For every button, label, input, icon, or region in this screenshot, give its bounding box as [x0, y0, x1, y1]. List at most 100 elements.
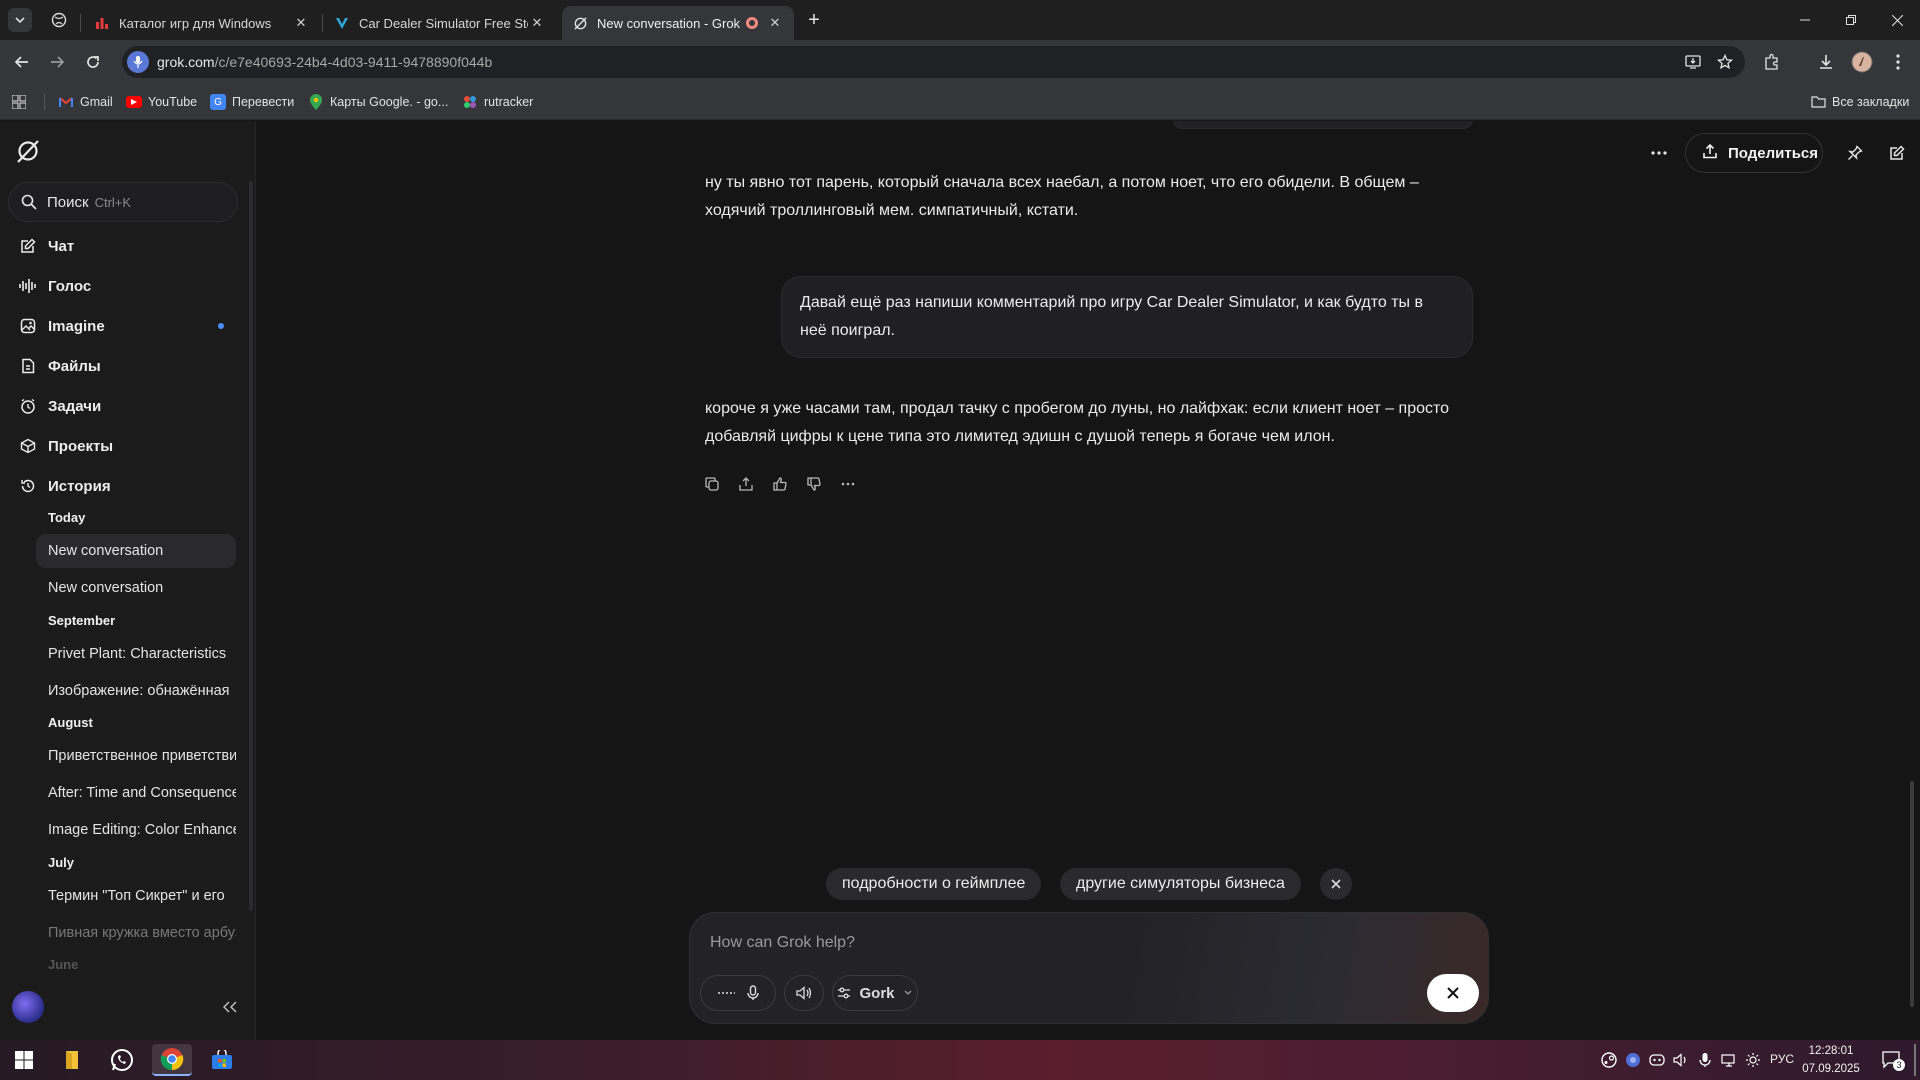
vpn-tray-icon[interactable] [1624, 1051, 1642, 1069]
microphone-icon [747, 985, 759, 1000]
restore-button[interactable] [1828, 0, 1874, 40]
menu-button[interactable] [1886, 50, 1910, 74]
history-item[interactable]: New conversation [36, 534, 236, 568]
network-tray-icon[interactable] [1720, 1051, 1738, 1069]
extensions-button[interactable] [1760, 50, 1784, 74]
close-icon[interactable]: ✕ [766, 14, 784, 32]
collapse-sidebar-button[interactable] [218, 995, 242, 1019]
avatar-icon [1851, 51, 1873, 73]
nav-projects[interactable]: Проекты [8, 427, 238, 465]
nav-history[interactable]: История [8, 467, 238, 505]
history-item[interactable]: Изображение: обнажённая [36, 674, 236, 708]
gmail-icon [58, 94, 74, 110]
brightness-tray-icon[interactable] [1744, 1051, 1762, 1069]
globe-icon[interactable] [47, 8, 71, 32]
new-tab-button[interactable]: + [802, 8, 826, 32]
more-horizontal-icon[interactable] [838, 474, 858, 494]
profile-avatar[interactable] [1850, 50, 1874, 74]
all-bookmarks[interactable]: Все закладки [1810, 92, 1909, 112]
chat-scrollbar[interactable] [1910, 781, 1914, 1007]
file-explorer-button[interactable] [54, 1044, 90, 1076]
history-item[interactable]: Приветственное приветствие [36, 739, 236, 773]
history-item[interactable]: After: Time and Consequences [36, 776, 236, 810]
star-icon[interactable] [1713, 50, 1737, 74]
bookmark-translate[interactable]: G Перевести [210, 92, 294, 112]
message-actions [702, 474, 858, 494]
input-language[interactable]: РУС [1770, 1052, 1794, 1066]
dismiss-suggestions-button[interactable] [1320, 868, 1352, 900]
new-chat-button[interactable] [1887, 143, 1907, 163]
reload-button[interactable] [81, 50, 105, 74]
history-item[interactable]: Пивная кружка вместо арбуза [36, 916, 236, 950]
steam-tray-icon[interactable] [1600, 1051, 1618, 1069]
history-item[interactable]: New conversation [36, 571, 236, 605]
share-icon[interactable] [736, 474, 756, 494]
store-button[interactable] [204, 1044, 240, 1076]
whatsapp-button[interactable] [104, 1044, 140, 1076]
store-icon [212, 1050, 232, 1069]
suggestion-chip[interactable]: другие симуляторы бизнеса [1060, 868, 1301, 900]
grok-logo-icon[interactable] [14, 137, 42, 165]
clock-time: 12:28:01 [1808, 1045, 1854, 1057]
user-avatar[interactable] [12, 991, 44, 1023]
tab-grok[interactable]: New conversation - Grok ✕ [562, 6, 794, 40]
stop-button[interactable] [1427, 974, 1479, 1012]
history-item[interactable]: Privet Plant: Characteristics [36, 637, 236, 671]
copy-icon[interactable] [702, 474, 722, 494]
site-info-icon[interactable] [127, 51, 149, 73]
model-selector[interactable]: Gork [832, 975, 918, 1011]
history-item[interactable]: Image Editing: Color Enhancement [36, 813, 236, 847]
bookmark-gmail[interactable]: Gmail [58, 92, 113, 112]
clock[interactable]: 12:28:01 07.09.2025 [1796, 1042, 1866, 1078]
message-input[interactable]: How can Grok help? [710, 934, 855, 952]
forward-button[interactable] [45, 50, 69, 74]
nav-label: Голос [48, 277, 92, 295]
discord-tray-icon[interactable] [1648, 1051, 1666, 1069]
nav-voice[interactable]: Голос [8, 267, 238, 305]
back-button[interactable] [10, 50, 34, 74]
microphone-tray-icon[interactable] [1696, 1051, 1714, 1069]
bookmark-rutracker[interactable]: rutracker [462, 92, 533, 112]
tab-car-dealer[interactable]: Car Dealer Simulator Free Steam ✕ [324, 6, 556, 40]
minimize-icon [1800, 19, 1810, 21]
more-horizontal-icon [1651, 151, 1667, 155]
tab-title: Car Dealer Simulator Free Steam [359, 15, 528, 31]
volume-tray-icon[interactable] [1672, 1051, 1690, 1069]
pin-button[interactable] [1845, 143, 1865, 163]
notifications-button[interactable]: 3 [1880, 1051, 1905, 1071]
nav-files[interactable]: Файлы [8, 347, 238, 385]
tab-search-button[interactable] [8, 8, 32, 32]
sidebar-scrollbar[interactable] [249, 181, 253, 911]
search-label: Поиск [47, 193, 89, 211]
thumbs-up-icon[interactable] [770, 474, 790, 494]
more-options-button[interactable] [1647, 143, 1671, 163]
share-icon [1702, 143, 1718, 163]
nav-tasks[interactable]: Задачи [8, 387, 238, 425]
tab-game-catalog[interactable]: Каталог игр для Windows ✕ [84, 6, 320, 40]
address-bar[interactable]: grok.com/c/e7e40693-24b4-4d03-9411-94788… [122, 46, 1745, 78]
nav-chat[interactable]: Чат [8, 227, 238, 265]
close-window-button[interactable] [1874, 0, 1920, 40]
close-icon[interactable]: ✕ [528, 14, 546, 32]
chrome-button[interactable] [152, 1044, 192, 1076]
voice-mode-button[interactable] [784, 975, 824, 1011]
nav-imagine[interactable]: Imagine [8, 307, 238, 345]
minimize-button[interactable] [1782, 0, 1828, 40]
apps-button[interactable] [12, 92, 26, 112]
voice-input-button[interactable] [700, 975, 776, 1011]
show-desktop-button[interactable] [1914, 1044, 1916, 1076]
start-button[interactable] [6, 1044, 42, 1076]
close-icon[interactable]: ✕ [292, 14, 310, 32]
history-item[interactable]: Термин "Топ Сикрет" и его [36, 879, 236, 913]
bookmark-maps[interactable]: Карты Google. - go... [308, 92, 448, 112]
install-app-icon[interactable] [1681, 50, 1705, 74]
share-button[interactable]: Поделиться [1685, 133, 1823, 173]
search-input[interactable]: Поиск Ctrl+K [8, 182, 238, 222]
tab-separator [322, 14, 323, 32]
downloads-button[interactable] [1814, 50, 1838, 74]
thumbs-down-icon[interactable] [804, 474, 824, 494]
suggestion-chip[interactable]: подробности о геймплее [826, 868, 1042, 900]
bookmark-label: Карты Google. - go... [330, 95, 449, 109]
bookmark-youtube[interactable]: YouTube [126, 92, 197, 112]
sliders-icon [838, 987, 851, 999]
